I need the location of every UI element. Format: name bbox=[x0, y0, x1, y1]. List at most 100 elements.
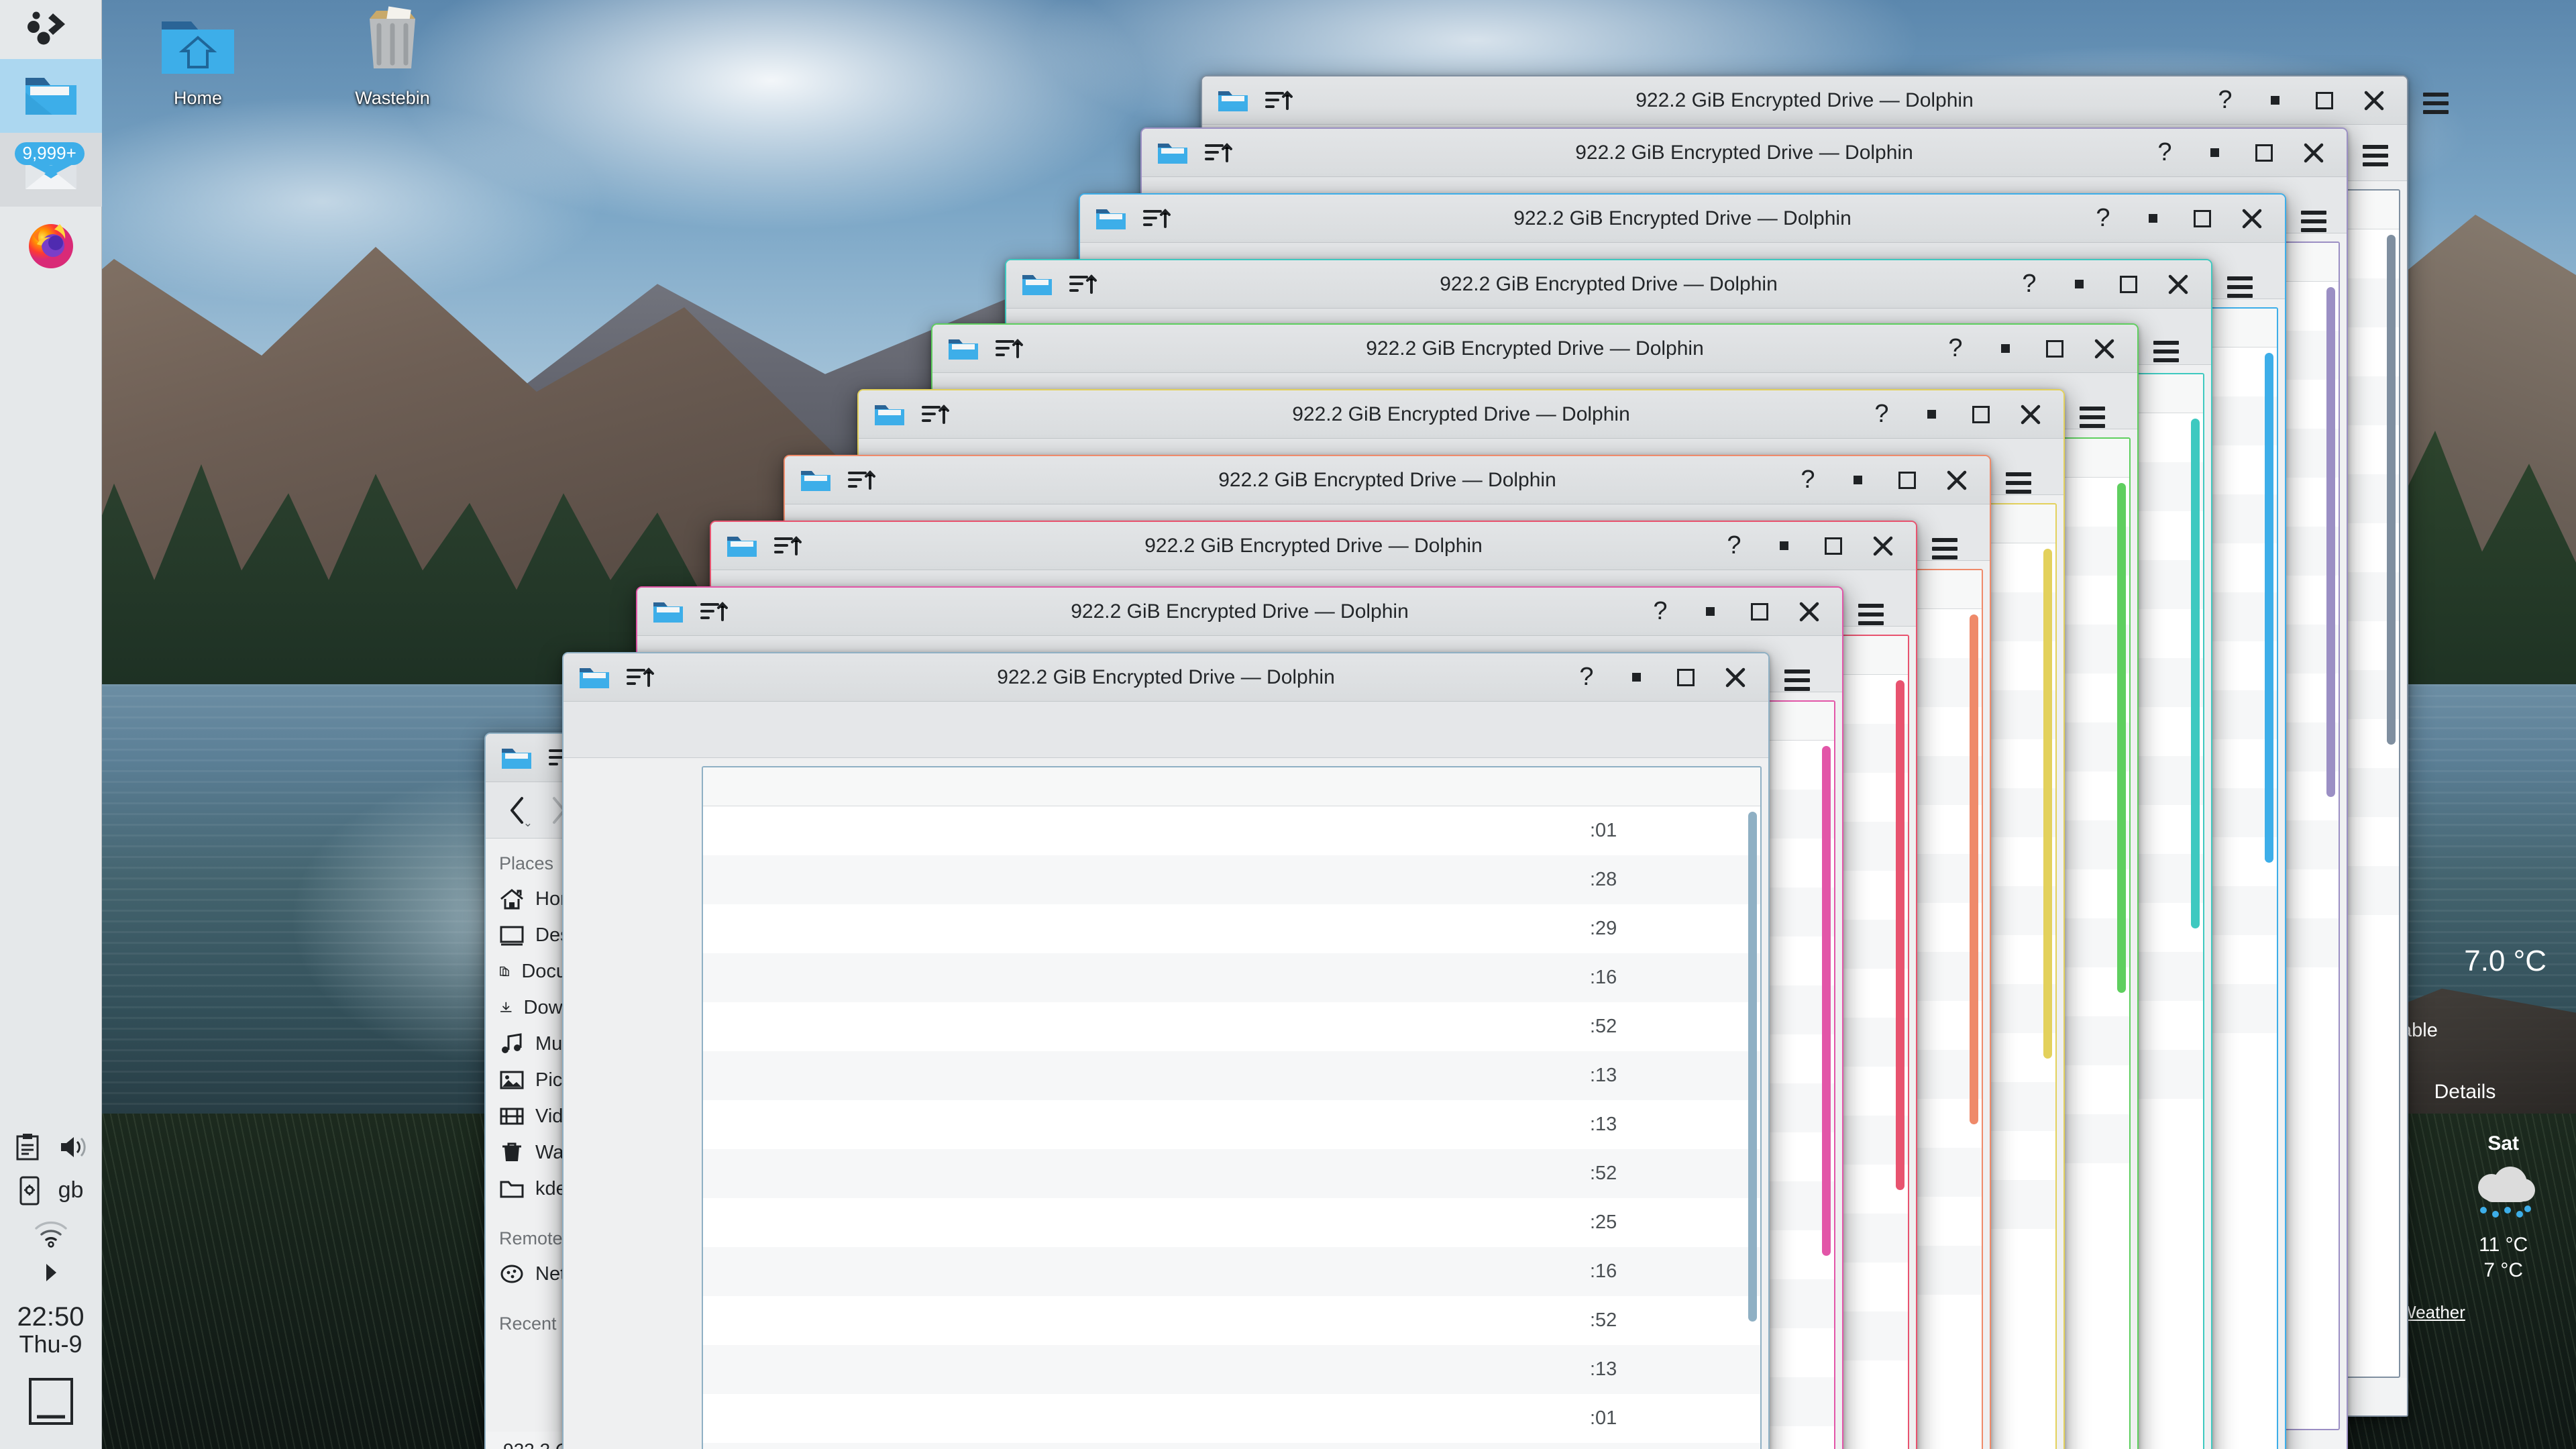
file-pane-scrollbar[interactable] bbox=[2043, 549, 2052, 1059]
minimize-button[interactable] bbox=[1685, 588, 1735, 636]
menu-button[interactable] bbox=[2227, 276, 2253, 298]
table-row[interactable]: :52 bbox=[703, 1002, 1760, 1051]
help-button[interactable]: ? bbox=[1857, 390, 1907, 439]
table-row[interactable]: :25 bbox=[703, 1198, 1760, 1247]
maximize-button[interactable] bbox=[1661, 653, 1711, 702]
system-tray-row-1[interactable] bbox=[0, 1126, 102, 1169]
menu-button[interactable] bbox=[2363, 145, 2388, 166]
sort-ascending-icon[interactable] bbox=[1142, 205, 1171, 232]
window-titlebar[interactable]: 922.2 GiB Encrypted Drive — Dolphin? bbox=[1006, 260, 2211, 309]
window-titlebar[interactable]: 922.2 GiB Encrypted Drive — Dolphin? bbox=[564, 653, 1768, 702]
help-button[interactable]: ? bbox=[2078, 195, 2128, 243]
window-titlebar[interactable]: 922.2 GiB Encrypted Drive — Dolphin? bbox=[1080, 195, 2285, 243]
sort-ascending-icon[interactable] bbox=[773, 533, 802, 559]
file-pane-scrollbar[interactable] bbox=[2326, 287, 2335, 797]
dolphin-toolbar[interactable] bbox=[564, 702, 1768, 758]
window-titlebar[interactable]: 922.2 GiB Encrypted Drive — Dolphin? bbox=[711, 522, 1916, 570]
window-titlebar[interactable]: 922.2 GiB Encrypted Drive — Dolphin? bbox=[1142, 129, 2347, 177]
table-row[interactable]: :16 bbox=[703, 1247, 1760, 1296]
system-tray-expand-row[interactable] bbox=[0, 1254, 102, 1291]
taskbar-item-firefox[interactable] bbox=[0, 207, 102, 280]
help-button[interactable]: ? bbox=[2140, 129, 2190, 177]
table-row[interactable]: :13 bbox=[703, 1100, 1760, 1149]
table-row[interactable]: :28 bbox=[703, 855, 1760, 904]
close-button[interactable] bbox=[2349, 76, 2399, 125]
table-row[interactable]: :29 bbox=[703, 904, 1760, 953]
desktop-icon-wastebin[interactable]: Wastebin bbox=[329, 4, 456, 109]
keyboard-layout-indicator[interactable]: gb bbox=[58, 1177, 84, 1203]
minimize-button[interactable] bbox=[2128, 195, 2178, 243]
table-row[interactable]: :01 bbox=[703, 1394, 1760, 1443]
wifi-icon[interactable] bbox=[34, 1220, 68, 1248]
display-config-icon[interactable] bbox=[18, 1175, 41, 1206]
file-list-pane[interactable]: :01:28:29:16:52:13:13:52:25:16:52:13:01:… bbox=[702, 766, 1762, 1449]
close-button[interactable] bbox=[2080, 325, 2129, 373]
table-row[interactable]: :13 bbox=[703, 1051, 1760, 1100]
maximize-button[interactable] bbox=[1735, 588, 1784, 636]
sort-ascending-icon[interactable] bbox=[1068, 271, 1097, 298]
taskbar-item-mail[interactable]: 9,999+ bbox=[0, 133, 102, 207]
window-titlebar[interactable]: 922.2 GiB Encrypted Drive — Dolphin? bbox=[932, 325, 2137, 373]
dolphin-window-background[interactable]: 922.2 GiB Encrypted Drive — Dolphin? :01:… bbox=[562, 652, 1770, 1449]
table-row[interactable]: :28 bbox=[703, 1443, 1760, 1449]
expand-arrow-icon[interactable] bbox=[41, 1261, 61, 1284]
maximize-button[interactable] bbox=[2104, 260, 2153, 309]
menu-button[interactable] bbox=[2153, 341, 2179, 362]
application-launcher-button[interactable] bbox=[0, 0, 102, 59]
close-button[interactable] bbox=[2289, 129, 2339, 177]
close-button[interactable] bbox=[2227, 195, 2277, 243]
table-row[interactable]: :16 bbox=[703, 953, 1760, 1002]
sort-ascending-icon[interactable] bbox=[1264, 87, 1293, 114]
system-tray-row-2[interactable]: gb bbox=[0, 1169, 102, 1213]
menu-button[interactable] bbox=[2301, 211, 2326, 232]
minimize-button[interactable] bbox=[2250, 76, 2300, 125]
kde-taskbar[interactable]: 9,999+ gb bbox=[0, 0, 102, 1449]
file-pane-scrollbar[interactable] bbox=[1970, 614, 1978, 1124]
file-pane-scrollbar[interactable] bbox=[2387, 235, 2396, 745]
file-pane-scrollbar[interactable] bbox=[2265, 353, 2273, 863]
minimize-button[interactable] bbox=[1980, 325, 2030, 373]
minimize-button[interactable] bbox=[1759, 522, 1809, 570]
close-button[interactable] bbox=[1932, 456, 1982, 504]
minimize-button[interactable] bbox=[1907, 390, 1956, 439]
help-button[interactable]: ? bbox=[1709, 522, 1759, 570]
help-button[interactable]: ? bbox=[1783, 456, 1833, 504]
table-row[interactable]: :13 bbox=[703, 1345, 1760, 1394]
table-row[interactable]: :01 bbox=[703, 806, 1760, 855]
chevron-down-icon[interactable]: ⌄ bbox=[523, 816, 533, 830]
table-row[interactable]: :52 bbox=[703, 1296, 1760, 1345]
menu-button[interactable] bbox=[1932, 538, 1957, 559]
sort-ascending-icon[interactable] bbox=[847, 467, 876, 494]
window-titlebar[interactable]: 922.2 GiB Encrypted Drive — Dolphin? bbox=[859, 390, 2063, 439]
menu-button[interactable] bbox=[1858, 604, 1884, 625]
taskbar-item-dolphin[interactable] bbox=[0, 59, 102, 133]
menu-button[interactable] bbox=[1784, 669, 1810, 691]
sort-ascending-icon[interactable] bbox=[699, 598, 729, 625]
menu-button[interactable] bbox=[2080, 407, 2105, 428]
close-button[interactable] bbox=[2006, 390, 2055, 439]
places-sidebar[interactable] bbox=[564, 758, 698, 1449]
maximize-button[interactable] bbox=[2300, 76, 2349, 125]
minimize-button[interactable] bbox=[1833, 456, 1882, 504]
help-button[interactable]: ? bbox=[1562, 653, 1611, 702]
file-pane-scrollbar[interactable] bbox=[1822, 746, 1831, 1256]
file-pane-scrollbar[interactable] bbox=[1896, 680, 1904, 1190]
sort-ascending-icon[interactable] bbox=[1203, 140, 1233, 166]
maximize-button[interactable] bbox=[1882, 456, 1932, 504]
volume-icon[interactable] bbox=[58, 1134, 88, 1161]
sort-ascending-icon[interactable] bbox=[625, 664, 655, 691]
system-tray-row-3[interactable] bbox=[0, 1213, 102, 1254]
close-button[interactable] bbox=[2153, 260, 2203, 309]
file-rows[interactable]: :01:28:29:16:52:13:13:52:25:16:52:13:01:… bbox=[703, 806, 1760, 1449]
help-button[interactable]: ? bbox=[2004, 260, 2054, 309]
menu-button[interactable] bbox=[2423, 93, 2449, 114]
close-button[interactable] bbox=[1711, 653, 1760, 702]
menu-button[interactable] bbox=[2006, 472, 2031, 494]
help-button[interactable]: ? bbox=[1635, 588, 1685, 636]
window-titlebar[interactable]: 922.2 GiB Encrypted Drive — Dolphin? bbox=[637, 588, 1842, 636]
minimize-button[interactable] bbox=[1611, 653, 1661, 702]
maximize-button[interactable] bbox=[1809, 522, 1858, 570]
desktop-icon-home[interactable]: Home bbox=[134, 9, 262, 109]
clipboard-icon[interactable] bbox=[14, 1132, 41, 1162]
column-headers[interactable] bbox=[703, 767, 1760, 806]
